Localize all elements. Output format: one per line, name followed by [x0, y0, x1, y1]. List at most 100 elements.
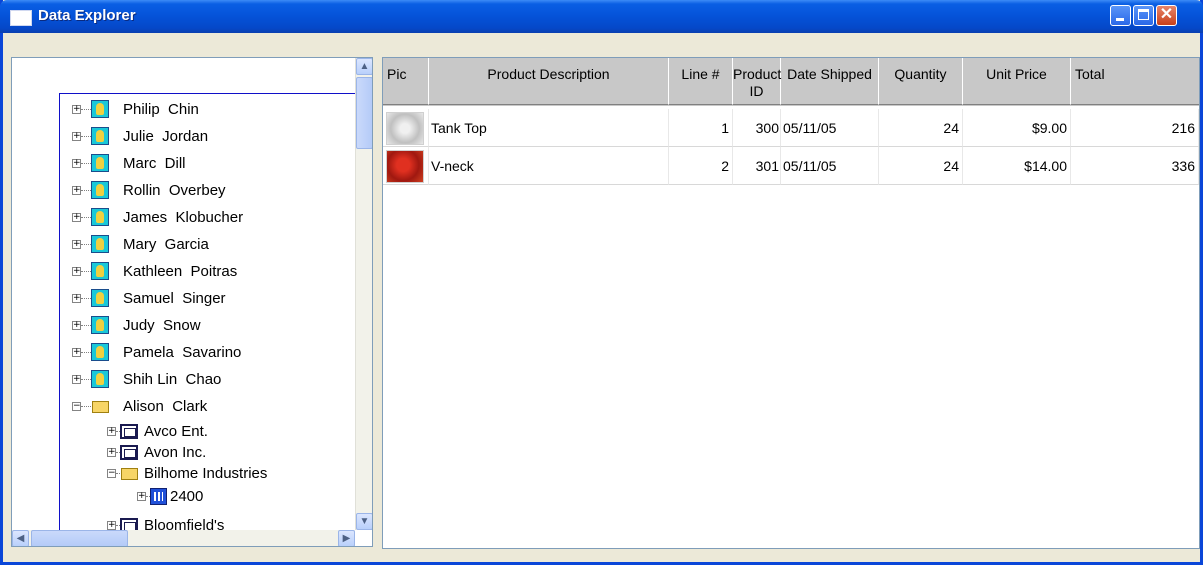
v-neck-image — [386, 150, 424, 183]
column-header-total[interactable]: Total — [1071, 58, 1199, 105]
tree-item-label: James Klobucher — [123, 208, 244, 226]
table-row[interactable]: V-neck 2 301 05/11/05 24 $14.00 336 — [383, 147, 1199, 185]
expand-toggle[interactable]: + — [107, 447, 116, 457]
person-icon — [91, 235, 109, 253]
description-cell: V-neck — [429, 147, 669, 185]
tree-item-label: Mary Garcia — [123, 235, 209, 253]
tree-item-bilhome-industries[interactable]: − Bilhome Industries — [107, 462, 267, 484]
open-folder-icon — [120, 466, 138, 480]
quantity-cell: 24 — [879, 109, 963, 147]
tree-item-label: Alison Clark — [123, 397, 208, 415]
person-icon — [91, 370, 109, 388]
tree-item-alison-clark[interactable]: − Alison Clark — [72, 395, 207, 417]
tree-item-label: Marc Dill — [123, 154, 186, 172]
person-icon — [91, 316, 109, 334]
window-title: Data Explorer — [38, 7, 136, 24]
vertical-scroll-thumb[interactable] — [356, 77, 372, 149]
tree-item-samuel-singer[interactable]: + Samuel Singer — [72, 287, 226, 309]
person-icon — [91, 100, 109, 118]
tank-top-image — [386, 112, 424, 145]
title-bar[interactable]: Data Explorer ✕ — [0, 0, 1203, 33]
column-header-line[interactable]: Line # — [669, 58, 733, 105]
tree-item-label: Kathleen Poitras — [123, 262, 238, 280]
person-icon — [91, 181, 109, 199]
scroll-down-button[interactable]: ▼ — [356, 513, 372, 530]
scroll-left-button[interactable]: ◀ — [12, 530, 29, 546]
horizontal-scroll-thumb[interactable] — [31, 530, 128, 546]
person-icon — [91, 343, 109, 361]
tree-vertical-scrollbar[interactable]: ▲ ▼ — [355, 58, 372, 530]
person-icon — [91, 208, 109, 226]
tree-item-philip-chin[interactable]: + Philip Chin — [72, 98, 199, 120]
line-cell: 1 — [669, 109, 733, 147]
scroll-right-button[interactable]: ▶ — [338, 530, 355, 546]
window-icon — [10, 10, 32, 26]
company-icon — [120, 423, 138, 439]
order-icon — [150, 487, 167, 505]
tree-item-marc-dill[interactable]: + Marc Dill — [72, 152, 186, 174]
tree-horizontal-scrollbar[interactable]: ◀ ▶ — [12, 530, 355, 546]
expand-toggle[interactable]: + — [72, 239, 81, 249]
expand-toggle[interactable]: + — [137, 491, 146, 501]
column-header-unit-price[interactable]: Unit Price — [963, 58, 1071, 105]
tree-item-order-2400[interactable]: + 2400 — [137, 485, 203, 507]
description-cell: Tank Top — [429, 109, 669, 147]
tree-item-label: Samuel Singer — [123, 289, 226, 307]
tree-item-mary-garcia[interactable]: + Mary Garcia — [72, 233, 209, 255]
column-header-pic[interactable]: Pic — [383, 58, 429, 105]
tree-pane[interactable]: + Philip Chin + Julie Jordan + Marc Dill… — [11, 57, 373, 547]
column-header-description[interactable]: Product Description — [429, 58, 669, 105]
unit-price-cell: $9.00 — [963, 109, 1071, 147]
tree-item-label: Shih Lin Chao — [123, 370, 222, 388]
line-cell: 2 — [669, 147, 733, 185]
tree-item-rollin-overbey[interactable]: + Rollin Overbey — [72, 179, 226, 201]
tree-item-judy-snow[interactable]: + Judy Snow — [72, 314, 201, 336]
tree-item-avon-inc[interactable]: + Avon Inc. — [107, 441, 206, 463]
collapse-toggle[interactable]: − — [107, 468, 116, 478]
person-icon — [91, 154, 109, 172]
expand-toggle[interactable]: + — [72, 320, 81, 330]
expand-toggle[interactable]: + — [72, 104, 81, 114]
tree-item-label: Philip Chin — [123, 100, 199, 118]
expand-toggle[interactable]: + — [107, 520, 116, 530]
collapse-toggle[interactable]: − — [72, 401, 81, 411]
product-id-cell: 300 — [733, 109, 781, 147]
tree-item-label: Avon Inc. — [144, 443, 207, 461]
column-header-quantity[interactable]: Quantity — [879, 58, 963, 105]
column-header-date-shipped[interactable]: Date Shipped — [781, 58, 879, 105]
tree-item-kathleen-poitras[interactable]: + Kathleen Poitras — [72, 260, 237, 282]
expand-toggle[interactable]: + — [72, 131, 81, 141]
tree-item-julie-jordan[interactable]: + Julie Jordan — [72, 125, 208, 147]
expand-toggle[interactable]: + — [72, 347, 81, 357]
tree-item-label: Pamela Savarino — [123, 343, 242, 361]
scroll-up-button[interactable]: ▲ — [356, 58, 372, 75]
tree-item-james-klobucher[interactable]: + James Klobucher — [72, 206, 243, 228]
expand-toggle[interactable]: + — [107, 426, 116, 436]
tree-item-label: Avco Ent. — [144, 422, 208, 440]
minimize-icon — [1116, 18, 1124, 21]
minimize-button[interactable] — [1110, 5, 1131, 26]
data-grid[interactable]: Pic Product Description Line # Product I… — [382, 57, 1200, 549]
tree-item-shih-lin-chao[interactable]: + Shih Lin Chao — [72, 368, 221, 390]
table-row[interactable]: Tank Top 1 300 05/11/05 24 $9.00 216 — [383, 109, 1199, 147]
person-icon — [91, 262, 109, 280]
maximize-button[interactable] — [1133, 5, 1154, 26]
date-cell: 05/11/05 — [781, 147, 879, 185]
product-id-cell: 301 — [733, 147, 781, 185]
tree-item-avco-ent[interactable]: + Avco Ent. — [107, 420, 208, 442]
open-folder-icon — [91, 399, 109, 413]
expand-toggle[interactable]: + — [72, 158, 81, 168]
company-icon — [120, 444, 138, 460]
expand-toggle[interactable]: + — [72, 185, 81, 195]
expand-toggle[interactable]: + — [72, 293, 81, 303]
tree-item-pamela-savarino[interactable]: + Pamela Savarino — [72, 341, 241, 363]
expand-toggle[interactable]: + — [72, 212, 81, 222]
column-header-product-id[interactable]: Product ID — [733, 58, 781, 105]
close-icon: ✕ — [1159, 6, 1174, 23]
pic-cell — [383, 147, 429, 185]
close-button[interactable]: ✕ — [1156, 5, 1177, 26]
data-explorer-window: Data Explorer ✕ + Philip Chin + Julie Jo… — [0, 0, 1203, 565]
expand-toggle[interactable]: + — [72, 374, 81, 384]
tree-item-label: Julie Jordan — [123, 127, 209, 145]
expand-toggle[interactable]: + — [72, 266, 81, 276]
